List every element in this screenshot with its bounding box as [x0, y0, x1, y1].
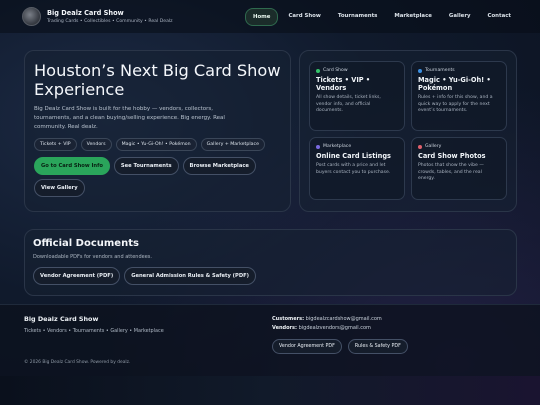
- site-footer: Big Dealz Card Show Tickets • Vendors • …: [0, 304, 540, 376]
- top-navigation-bar: Big Dealz Card Show Trading Cards • Coll…: [0, 0, 540, 33]
- purple-dot-icon: [316, 144, 320, 149]
- footer-rules-safety-button[interactable]: Rules & Safety PDF: [347, 339, 408, 354]
- brand-logo[interactable]: [22, 7, 41, 26]
- gallery-tag-label: Gallery: [425, 144, 442, 149]
- marketplace-title: Online Card Listings: [316, 152, 391, 160]
- tournaments-tag: Tournaments: [418, 68, 500, 73]
- gallery-card[interactable]: Gallery Card Show Photos Photos that sho…: [411, 137, 507, 200]
- bottom-band: [0, 376, 540, 405]
- footer-title: Big Dealz Card Show: [24, 315, 99, 323]
- brand-title: Big Dealz Card Show: [47, 9, 124, 17]
- vendors-label: Vendors:: [272, 325, 298, 331]
- hero-title: Houston’s Next Big Card Show Experience: [34, 61, 281, 99]
- vendor-agreement-pdf-button[interactable]: Vendor Agreement (PDF): [33, 267, 121, 285]
- gallery-title: Card Show Photos: [418, 152, 486, 160]
- official-documents-panel: Official Documents Downloadable PDFs for…: [24, 229, 517, 296]
- blue-dot-icon: [418, 68, 422, 73]
- gallery-tag: Gallery: [418, 144, 500, 149]
- marketplace-card[interactable]: Marketplace Online Card Listings Post ca…: [309, 137, 405, 200]
- customers-label: Customers:: [272, 316, 305, 322]
- pill-tickets-vip: Tickets + VIP: [34, 138, 77, 151]
- tournaments-title: Magic • Yu-Gi-Oh! • Pokémon: [418, 76, 491, 92]
- vendors-email-link[interactable]: bigdealzvendors@gmail.com: [299, 325, 371, 331]
- hero-actions: Go to Card Show Info See Tournaments Bro…: [34, 157, 281, 197]
- card-show-title: Tickets • VIP • Vendors: [316, 76, 371, 92]
- customers-contact: Customers: bigdealzcardshow@gmail.com: [272, 315, 382, 324]
- documents-actions: Vendor Agreement (PDF) General Admission…: [33, 267, 508, 285]
- footer-vendor-agreement-button[interactable]: Vendor Agreement PDF: [272, 339, 342, 354]
- footer-contact: Customers: bigdealzcardshow@gmail.com Ve…: [272, 315, 382, 333]
- documents-subtitle: Downloadable PDFs for vendors and attend…: [33, 254, 152, 260]
- hero-panel: Houston’s Next Big Card Show Experience …: [24, 50, 291, 212]
- brand-tagline: Trading Cards • Collectibles • Community…: [47, 19, 173, 24]
- see-tournaments-button[interactable]: See Tournaments: [113, 157, 179, 175]
- nav-tournaments[interactable]: Tournaments: [331, 8, 385, 26]
- card-show-tag: Card Show: [316, 68, 398, 73]
- pill-vendors: Vendors: [80, 138, 112, 151]
- green-dot-icon: [316, 68, 320, 73]
- gallery-description: Photos that show the vibe — crowds, tabl…: [418, 163, 484, 182]
- feature-cards-panel: Card Show Tickets • VIP • Vendors All sh…: [299, 50, 517, 212]
- nav-gallery[interactable]: Gallery: [442, 8, 478, 26]
- nav-marketplace[interactable]: Marketplace: [387, 8, 439, 26]
- documents-title: Official Documents: [33, 238, 139, 249]
- hero-description: Big Dealz Card Show is built for the hob…: [34, 106, 225, 130]
- hero-feature-pills: Tickets + VIP Vendors Magic • Yu-Gi-Oh! …: [34, 138, 281, 151]
- view-gallery-button[interactable]: View Gallery: [34, 179, 85, 197]
- pill-games: Magic • Yu-Gi-Oh! • Pokémon: [115, 138, 197, 151]
- vendors-contact: Vendors: bigdealzvendors@gmail.com: [272, 324, 382, 333]
- red-dot-icon: [418, 144, 422, 149]
- footer-actions: Vendor Agreement PDF Rules & Safety PDF: [272, 339, 408, 354]
- footer-copyright: © 2026 Big Dealz Card Show. Powered by d…: [24, 360, 131, 365]
- marketplace-tag-label: Marketplace: [323, 144, 352, 149]
- tournaments-description: Rules + info for this show, and a quick …: [418, 95, 493, 114]
- nav-card-show[interactable]: Card Show: [281, 8, 327, 26]
- nav-contact[interactable]: Contact: [481, 8, 518, 26]
- tournaments-card[interactable]: Tournaments Magic • Yu-Gi-Oh! • Pokémon …: [411, 61, 507, 131]
- browse-marketplace-button[interactable]: Browse Marketplace: [182, 157, 256, 175]
- footer-links[interactable]: Tickets • Vendors • Tournaments • Galler…: [24, 328, 164, 334]
- brand-block: Big Dealz Card Show Trading Cards • Coll…: [47, 9, 173, 24]
- tournaments-tag-label: Tournaments: [425, 68, 455, 73]
- marketplace-description: Post cards with a price and let buyers c…: [316, 163, 391, 175]
- card-show-info-button[interactable]: Go to Card Show Info: [34, 157, 110, 175]
- main-nav: Home Card Show Tournaments Marketplace G…: [244, 7, 518, 26]
- card-show-description: All show details, ticket links, vendor i…: [316, 95, 381, 114]
- marketplace-tag: Marketplace: [316, 144, 398, 149]
- admission-rules-pdf-button[interactable]: General Admission Rules & Safety (PDF): [124, 267, 257, 285]
- pill-gallery-marketplace: Gallery + Marketplace: [200, 138, 265, 151]
- card-show-card[interactable]: Card Show Tickets • VIP • Vendors All sh…: [309, 61, 405, 131]
- nav-home[interactable]: Home: [244, 7, 279, 26]
- card-show-tag-label: Card Show: [323, 68, 348, 73]
- customers-email-link[interactable]: bigdealzcardshow@gmail.com: [306, 316, 382, 322]
